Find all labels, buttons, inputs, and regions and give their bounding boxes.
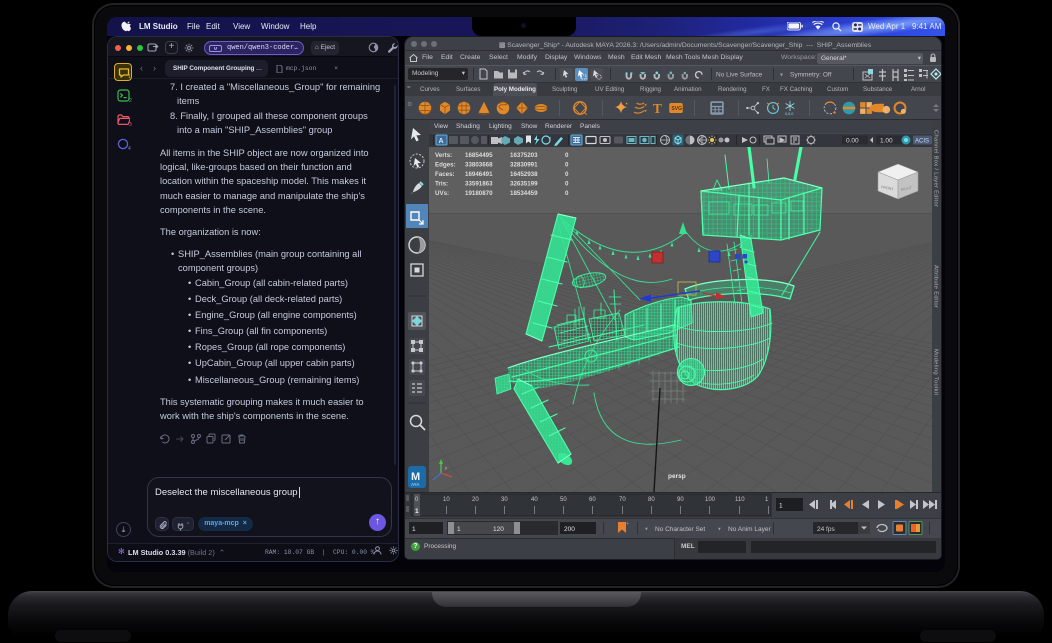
svg-text:24 fps: 24 fps [817,526,835,533]
svg-text:Verts:: Verts: [435,152,452,159]
svg-text:SVG: SVG [671,106,682,112]
svg-text:A: A [439,138,444,145]
svg-text:32830991: 32830991 [510,162,538,169]
svg-text:110: 110 [735,497,745,503]
svg-text:No Live Surface: No Live Surface [716,72,763,79]
svg-text:0,0,0: 0,0,0 [785,112,793,116]
svg-text:120: 120 [493,526,504,533]
svg-text:y: y [445,465,447,470]
svg-text:▾: ▾ [780,73,783,79]
svg-text:40: 40 [531,497,538,503]
svg-text:+: + [626,521,629,527]
svg-text:1.00: 1.00 [880,138,893,145]
svg-text:90: 90 [677,497,684,503]
svg-text:50: 50 [560,497,567,503]
svg-text:16854495: 16854495 [465,152,493,159]
svg-text:AYA: AYA [411,482,419,487]
svg-text:Tris:: Tris: [435,181,448,188]
svg-text:T: T [653,101,662,116]
svg-text:0: 0 [565,162,569,169]
svg-text:19180870: 19180870 [465,190,493,197]
svg-text:33591863: 33591863 [465,181,493,188]
svg-text:32635199: 32635199 [510,181,538,188]
svg-text:▾: ▾ [718,527,721,533]
svg-text:1: 1 [779,503,783,510]
svg-text:▾: ▾ [645,527,648,533]
svg-text:0: 0 [565,152,569,159]
svg-text:60: 60 [589,497,596,503]
svg-text:80: 80 [648,497,655,503]
svg-text:ACIS: ACIS [915,139,929,145]
svg-text:30: 30 [501,497,508,503]
svg-text:18534459: 18534459 [510,190,538,197]
svg-text:16452938: 16452938 [510,171,538,178]
svg-text:UVs:: UVs: [435,190,449,197]
svg-text:persp: persp [668,473,686,480]
svg-text:0: 0 [565,171,569,178]
svg-text:70: 70 [619,497,626,503]
svg-text:200: 200 [564,526,575,533]
svg-text:16375203: 16375203 [510,152,538,159]
svg-text:Faces:: Faces: [435,171,455,178]
svg-text:10: 10 [443,497,450,503]
svg-text:20: 20 [472,497,479,503]
svg-text:100: 100 [705,497,716,503]
svg-text:Edges:: Edges: [435,162,456,169]
svg-text:0.00: 0.00 [846,138,859,145]
svg-text:1: 1 [457,526,461,533]
svg-text:33803668: 33803668 [465,162,493,169]
svg-text:No Anim Layer: No Anim Layer [728,526,771,533]
svg-text:No Character Set: No Character Set [655,526,705,533]
svg-text:16946491: 16946491 [465,171,493,178]
svg-text:Symmetry: Off: Symmetry: Off [790,72,832,79]
svg-text:1: 1 [412,526,416,533]
svg-text:1: 1 [415,508,419,515]
svg-text:0: 0 [565,181,569,188]
svg-text:0: 0 [565,190,569,197]
